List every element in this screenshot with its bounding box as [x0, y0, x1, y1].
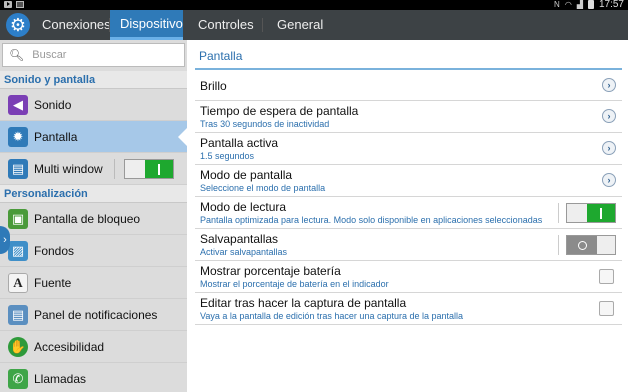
divider	[114, 159, 115, 179]
gear-icon[interactable]: ⚙	[6, 13, 30, 37]
sidebar-item-label: Sonido	[34, 97, 72, 112]
signal-icon: ▟	[576, 0, 583, 9]
multi-window-icon: ▤	[8, 158, 28, 179]
setting-row-porcentaje-bateria[interactable]: Mostrar porcentaje batería Mostrar el po…	[195, 261, 622, 293]
page-title: Pantalla	[199, 49, 243, 63]
setting-row-modo-de-pantalla[interactable]: Modo de pantalla Seleccione el modo de p…	[195, 165, 622, 197]
notification-panel-icon: ▤	[8, 304, 28, 325]
call-icon: ✆	[8, 368, 28, 389]
sidebar-item-pantalla-de-bloqueo[interactable]: ▣ Pantalla de bloqueo	[0, 203, 187, 235]
chevron-right-icon: ›	[602, 173, 616, 187]
edit-screenshot-checkbox[interactable]	[599, 301, 614, 316]
sidebar-item-label: Accesibilidad	[34, 339, 105, 354]
divider	[558, 203, 559, 223]
sidebar-item-label: Llamadas	[34, 371, 87, 386]
battery-icon	[587, 0, 594, 9]
setting-subtitle: Pantalla optimizada para lectura. Modo s…	[200, 215, 543, 225]
settings-content: Pantalla Brillo › Tiempo de espera de pa…	[187, 40, 628, 392]
tab-general[interactable]: General	[267, 10, 333, 40]
action-bar: ⚙ Conexiones Dispositivo Controles Gener…	[0, 10, 628, 40]
sidebar-item-label: Panel de notificaciones	[34, 307, 158, 322]
sidebar-item-fuente[interactable]: A Fuente	[0, 267, 187, 299]
setting-row-pantalla-activa[interactable]: Pantalla activa 1.5 segundos ›	[195, 133, 622, 165]
chevron-right-icon: ›	[602, 141, 616, 155]
selection-pointer	[178, 127, 187, 147]
search-icon: 🔍︎	[9, 48, 25, 62]
clock: 17:57	[598, 0, 624, 10]
search-placeholder: Buscar	[32, 49, 67, 61]
font-icon: A	[8, 272, 28, 293]
status-bar: N ◠ ▟ 17:57	[0, 0, 628, 10]
tab-dispositivo[interactable]: Dispositivo	[110, 10, 183, 40]
image-icon	[16, 1, 24, 8]
setting-title: Modo de lectura	[200, 200, 287, 214]
setting-subtitle: Mostrar el porcentaje de batería en el i…	[200, 279, 389, 289]
divider	[558, 235, 559, 255]
speaker-icon: ◀	[8, 94, 28, 115]
setting-row-modo-de-lectura[interactable]: Modo de lectura Pantalla optimizada para…	[195, 197, 622, 229]
sidebar-item-pantalla[interactable]: ✹ Pantalla	[0, 121, 187, 153]
sidebar-item-label: Fondos	[34, 243, 75, 258]
setting-title: Modo de pantalla	[200, 168, 293, 182]
setting-title: Pantalla activa	[200, 136, 279, 150]
sidebar-item-label: Multi window	[34, 161, 103, 176]
tab-conexiones[interactable]: Conexiones	[32, 10, 121, 40]
sidebar: 🔍︎ Buscar Sonido y pantalla ◀ Sonido ✹ P…	[0, 40, 187, 392]
setting-title: Salvapantallas	[200, 232, 279, 246]
reading-mode-toggle[interactable]	[566, 203, 616, 223]
battery-percentage-checkbox[interactable]	[599, 269, 614, 284]
search-input[interactable]: 🔍︎ Buscar	[2, 43, 185, 67]
sidebar-item-panel-de-notificaciones[interactable]: ▤ Panel de notificaciones	[0, 299, 187, 331]
wallpaper-icon: ▨	[8, 240, 28, 261]
nfc-icon: N	[554, 0, 560, 9]
accessibility-icon: ✋	[8, 336, 28, 357]
sidebar-item-accesibilidad[interactable]: ✋ Accesibilidad	[0, 331, 187, 363]
sidebar-item-llamadas[interactable]: ✆ Llamadas	[0, 363, 187, 392]
sidebar-item-multi-window[interactable]: ▤ Multi window	[0, 153, 187, 185]
sidebar-item-label: Pantalla	[34, 129, 78, 144]
chevron-right-icon: ›	[602, 78, 616, 92]
sidebar-item-label: Pantalla de bloqueo	[34, 211, 141, 226]
setting-title: Mostrar porcentaje batería	[200, 264, 341, 278]
setting-title: Tiempo de espera de pantalla	[200, 104, 359, 118]
multi-window-toggle[interactable]	[124, 159, 174, 179]
setting-title: Brillo	[200, 79, 227, 93]
setting-title: Editar tras hacer la captura de pantalla	[200, 296, 407, 310]
sidebar-item-label: Fuente	[34, 275, 72, 290]
wifi-icon: ◠	[564, 0, 572, 9]
section-header-sonido-y-pantalla: Sonido y pantalla	[0, 71, 187, 89]
setting-subtitle: Vaya a la pantalla de edición tras hacer…	[200, 311, 464, 321]
setting-subtitle: Activar salvapantallas	[200, 247, 288, 257]
sidebar-item-sonido[interactable]: ◀ Sonido	[0, 89, 187, 121]
brightness-icon: ✹	[8, 126, 28, 147]
youtube-icon	[4, 1, 12, 8]
chevron-right-icon: ›	[602, 109, 616, 123]
screensaver-toggle[interactable]	[566, 235, 616, 255]
section-header-personalizacion: Personalización	[0, 185, 187, 203]
setting-subtitle: Tras 30 segundos de inactividad	[200, 119, 330, 129]
sidebar-item-fondos[interactable]: ▨ Fondos	[0, 235, 187, 267]
chevron-right-icon: ›	[3, 234, 7, 246]
setting-row-tiempo-de-espera[interactable]: Tiempo de espera de pantalla Tras 30 seg…	[195, 101, 622, 133]
tab-divider	[262, 18, 263, 32]
setting-row-salvapantallas[interactable]: Salvapantallas Activar salvapantallas	[195, 229, 622, 261]
setting-row-brillo[interactable]: Brillo ›	[195, 70, 622, 101]
setting-subtitle: 1.5 segundos	[200, 151, 255, 161]
lock-screen-icon: ▣	[8, 208, 28, 229]
tab-controles[interactable]: Controles	[188, 10, 264, 40]
setting-row-editar-captura[interactable]: Editar tras hacer la captura de pantalla…	[195, 293, 622, 325]
setting-subtitle: Seleccione el modo de pantalla	[200, 183, 326, 193]
